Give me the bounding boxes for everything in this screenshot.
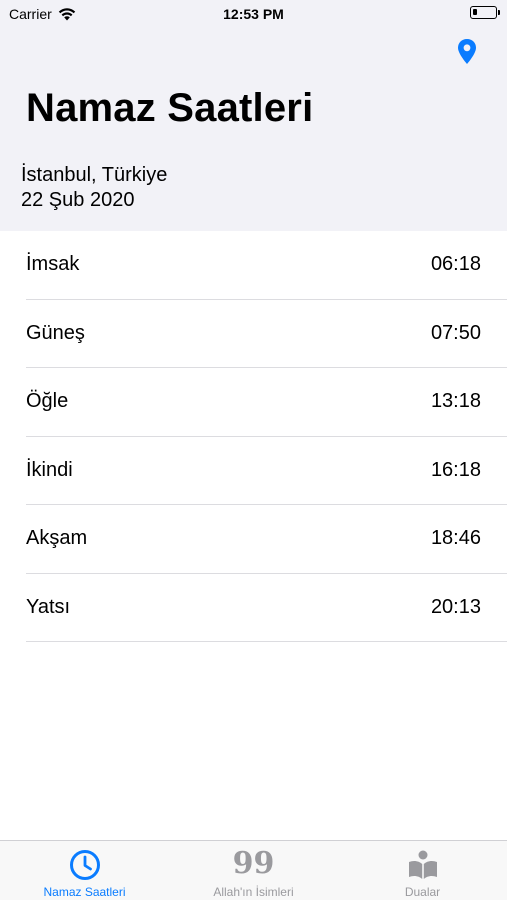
prayer-time: 07:50	[430, 321, 481, 344]
list-item[interactable]: Yatsı 20:13	[26, 574, 507, 642]
clock-icon	[69, 850, 100, 880]
date-label: 22 Şub 2020	[21, 189, 135, 211]
list-item[interactable]: Akşam 18:46	[26, 505, 507, 574]
list-item[interactable]: Güneş 07:50	[26, 300, 507, 368]
status-time: 12:53 PM	[223, 6, 284, 22]
prayer-time: 06:18	[430, 253, 481, 276]
list-item[interactable]: Öğle 13:18	[26, 368, 507, 437]
reading-book-icon	[408, 850, 437, 879]
list-item[interactable]: İkindi 16:18	[26, 437, 507, 505]
ninety-nine-icon: 99	[232, 846, 275, 881]
tab-prayer-times[interactable]: Namaz Saatleri	[0, 841, 169, 900]
prayer-time: 20:13	[430, 595, 481, 618]
prayer-name: İmsak	[26, 253, 80, 276]
tab-allah-names[interactable]: 99 Allah'ın İsimleri	[169, 841, 338, 900]
location-label: İstanbul, Türkiye	[21, 164, 168, 186]
screen: Carrier 12:53 PM Namaz Saatleri İstanbul…	[0, 0, 507, 900]
prayer-time: 16:18	[430, 458, 481, 481]
prayer-times-list: İmsak 06:18 Güneş 07:50 Öğle 13:18 İkind…	[0, 231, 507, 642]
tab-label: Allah'ın İsimleri	[213, 885, 294, 899]
header: Carrier 12:53 PM Namaz Saatleri İstanbul…	[0, 0, 507, 231]
prayer-time: 13:18	[430, 390, 481, 413]
battery-level	[473, 9, 477, 15]
tab-prayers[interactable]: Dualar	[338, 841, 507, 900]
prayer-name: Akşam	[26, 527, 88, 550]
prayer-name: İkindi	[26, 458, 73, 481]
tab-label: Dualar	[404, 885, 441, 899]
list-item[interactable]: İmsak 06:18	[26, 231, 507, 300]
prayer-name: Yatsı	[26, 595, 71, 618]
prayer-name: Güneş	[26, 321, 85, 344]
tab-bar: Namaz Saatleri 99 Allah'ın İsimleri Dual…	[0, 840, 507, 900]
battery-icon	[470, 6, 500, 19]
status-bar: Carrier 12:53 PM	[0, 0, 507, 28]
location-pin-icon[interactable]	[456, 38, 478, 66]
tab-label: Namaz Saatleri	[43, 885, 126, 899]
page-title: Namaz Saatleri	[26, 86, 314, 130]
prayer-time: 18:46	[430, 527, 481, 550]
prayer-name: Öğle	[26, 390, 69, 413]
